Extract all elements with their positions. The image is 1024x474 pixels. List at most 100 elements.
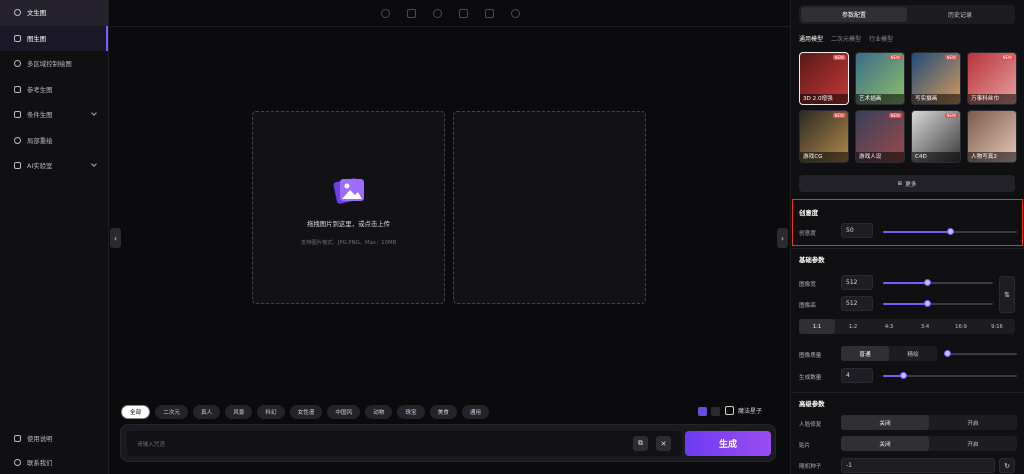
seed-input[interactable]: -1 (841, 458, 995, 473)
sidebar-item-inpaint[interactable]: 局部重绘 (0, 128, 108, 154)
ratio-4-3[interactable]: 4:3 (871, 319, 907, 334)
random-seed-button[interactable]: ↻ (999, 458, 1015, 473)
aspect-ratio-selector: 1:1 1:2 4:3 3:4 16:9 9:16 (799, 319, 1015, 334)
slider-knob[interactable] (924, 279, 931, 286)
sidebar-item-region-control[interactable]: 多区域控制绘图 (0, 51, 108, 77)
model-card[interactable]: NEW 万事科丝巾 (967, 52, 1017, 105)
slider-knob[interactable] (944, 350, 951, 357)
english-icon[interactable] (711, 407, 720, 416)
face-restore-toggle: 关闭 开启 (841, 415, 1017, 430)
ratio-9-16[interactable]: 9:16 (979, 319, 1015, 334)
tile-off[interactable]: 关闭 (841, 436, 929, 451)
model-card[interactable]: NEW C4D (911, 110, 961, 163)
copy-button[interactable]: ⧉ (633, 436, 648, 451)
model-card[interactable]: NEW 3D 2.0增强 (799, 52, 849, 105)
tag-female[interactable]: 女性漫 (289, 405, 323, 419)
count-label: 生成数量 (799, 375, 822, 381)
fullscreen-icon[interactable] (458, 8, 468, 18)
ratio-16-9[interactable]: 16:9 (943, 319, 979, 334)
tag-general[interactable]: 通用 (461, 405, 490, 419)
language-toggle[interactable] (698, 407, 720, 416)
clear-button[interactable]: ✕ (656, 436, 671, 451)
height-label: 图像高 (799, 303, 816, 309)
model-card[interactable]: NEW 游戏人设 (855, 110, 905, 163)
inpaint-icon (14, 136, 21, 144)
tag-jewelry[interactable]: 珠宝 (397, 405, 425, 419)
slider-knob[interactable] (924, 300, 931, 307)
prompt-input[interactable]: 请输入咒语 (127, 431, 682, 456)
tag-animal[interactable]: 动物 (365, 405, 393, 419)
model-card[interactable]: NEW 艺术插画 (855, 52, 905, 105)
new-badge: NEW (832, 55, 846, 60)
sidebar-item-reference[interactable]: 参考生图 (0, 77, 108, 103)
prompt-bar: 请输入咒语 ⧉ ✕ 生成 (120, 424, 776, 462)
sidebar-item-contact[interactable]: 联系我们 (0, 450, 109, 474)
generate-button[interactable]: 生成 (685, 431, 771, 456)
model-name: 写实摄画 (912, 94, 960, 104)
quality-slider[interactable] (944, 350, 1017, 357)
file-icon[interactable] (484, 8, 494, 18)
tab-params[interactable]: 参数配置 (801, 7, 907, 22)
swap-dimensions-button[interactable]: ⇅ (999, 276, 1015, 313)
refresh-icon[interactable] (432, 8, 442, 18)
save-icon[interactable] (406, 8, 416, 18)
sidebar-item-image-to-image[interactable]: 图生图 (0, 25, 108, 51)
tab-general-model[interactable]: 通用模型 (799, 34, 823, 43)
sidebar-item-label: AI实验室 (27, 162, 53, 171)
model-card[interactable]: NEW 写实摄画 (911, 52, 961, 105)
tag-landscape[interactable]: 风景 (225, 405, 253, 419)
magic-label: 魔法星子 (738, 408, 763, 415)
style-tags: 全部 二次元 真人 风景 科幻 女性漫 中国风 动物 珠宝 美食 通用 (121, 405, 490, 419)
sidebar-item-ai-lab[interactable]: AI实验室 (0, 153, 108, 179)
count-slider[interactable] (883, 372, 1017, 379)
more-models-button[interactable]: ⊞ 更多 (799, 175, 1015, 192)
condition-icon (14, 111, 21, 119)
tag-anime[interactable]: 二次元 (155, 405, 188, 419)
tab-history[interactable]: 历史记录 (907, 7, 1013, 22)
magic-button[interactable]: 魔法星子 (725, 406, 762, 415)
advanced-title: 高级参数 (799, 400, 825, 408)
ratio-1-1[interactable]: 1:1 (799, 319, 835, 334)
new-badge: NEW (888, 55, 902, 60)
app-root: 文生图 图生图 多区域控制绘图 参考生图 条件生图 局部重绘 AI实验室 使用说… (0, 0, 1024, 474)
chinese-icon[interactable] (698, 407, 707, 416)
undo-icon[interactable] (380, 8, 390, 18)
model-name: 万事科丝巾 (968, 94, 1016, 104)
redo-icon[interactable] (510, 8, 520, 18)
height-slider[interactable] (883, 300, 993, 307)
sidebar-bottom: 使用说明 联系我们 (0, 426, 109, 474)
model-card[interactable]: 人物写真2 (967, 110, 1017, 163)
tag-real[interactable]: 真人 (193, 405, 221, 419)
model-tabs: 通用模型 二次元模型 行业模型 (799, 34, 893, 43)
tab-anime-model[interactable]: 二次元模型 (831, 34, 861, 43)
collapse-right-button[interactable]: › (777, 228, 788, 248)
width-slider[interactable] (883, 279, 993, 286)
face-restore-on[interactable]: 开启 (929, 415, 1017, 430)
ratio-1-2[interactable]: 1:2 (835, 319, 871, 334)
width-input[interactable]: 512 (841, 275, 873, 290)
tag-chinese[interactable]: 中国风 (327, 405, 361, 419)
count-input[interactable]: 4 (841, 368, 873, 383)
collapse-left-button[interactable]: ‹ (110, 228, 121, 248)
face-restore-off[interactable]: 关闭 (841, 415, 929, 430)
new-badge: NEW (832, 113, 846, 118)
sidebar-item-condition[interactable]: 条件生图 (0, 102, 108, 128)
tag-scifi[interactable]: 科幻 (257, 405, 285, 419)
quality-normal[interactable]: 普通 (841, 346, 889, 361)
tag-all[interactable]: 全部 (121, 405, 151, 419)
tag-food[interactable]: 美食 (429, 405, 457, 419)
sidebar-item-help[interactable]: 使用说明 (0, 426, 109, 450)
upload-title: 拖拽图片到这里，或点击上传 (306, 220, 391, 228)
panel-tabs: 参数配置 历史记录 (799, 5, 1015, 24)
model-card[interactable]: NEW 游戏CG (799, 110, 849, 163)
height-input[interactable]: 512 (841, 296, 873, 311)
upload-dropzone[interactable]: 拖拽图片到这里，或点击上传 支持图片格式：JPG,PNG，Max：10MB (252, 111, 445, 304)
sidebar-item-text-to-image[interactable]: 文生图 (0, 0, 108, 26)
highlight-box (792, 199, 1023, 246)
tile-on[interactable]: 开启 (929, 436, 1017, 451)
quality-fine[interactable]: 精绘 (889, 346, 937, 361)
tab-industry-model[interactable]: 行业模型 (869, 34, 893, 43)
lab-icon (14, 162, 21, 170)
ratio-3-4[interactable]: 3:4 (907, 319, 943, 334)
slider-knob[interactable] (900, 372, 908, 379)
